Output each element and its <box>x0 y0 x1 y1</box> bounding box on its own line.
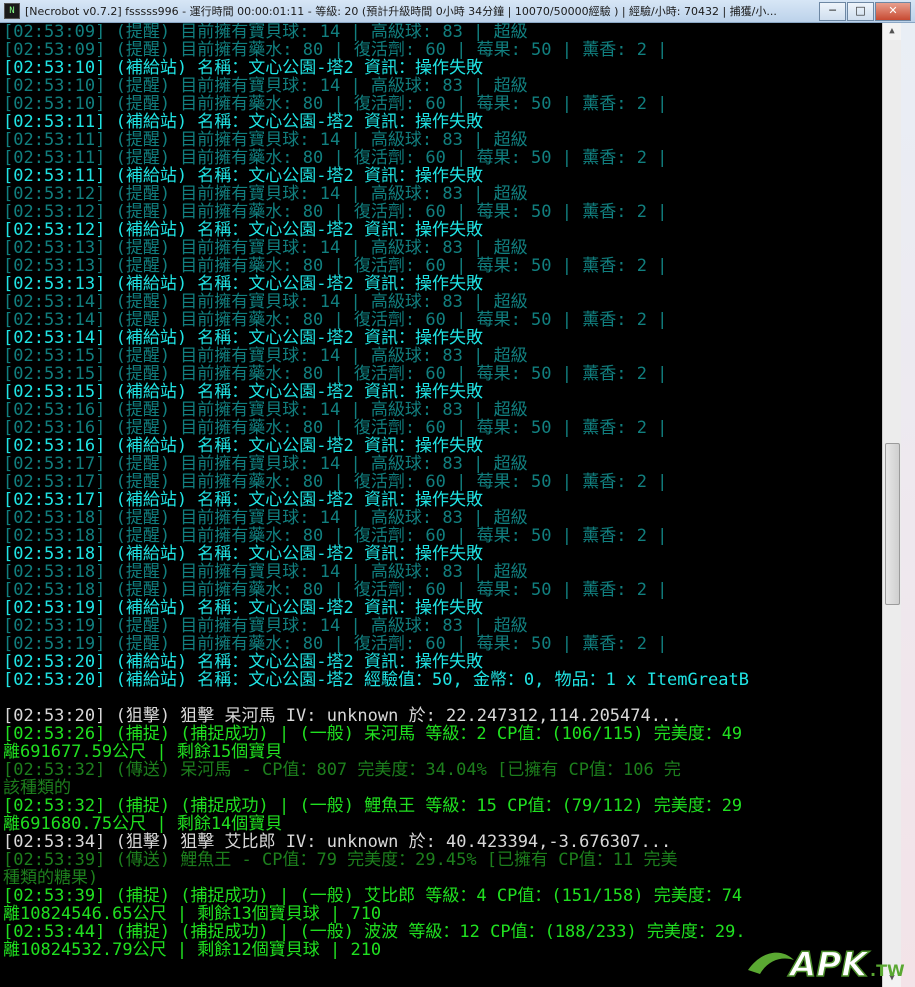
console-line: [02:53:18] (提醒) 目前擁有寶貝球: 14 | 高級球: 83 | … <box>3 508 528 528</box>
title-bar[interactable]: N [Necrobot v0.7.2] fsssss996 - 運行時間 00:… <box>0 0 915 23</box>
console-line: [02:53:34] (狙擊) 狙擊 艾比郎 IV: unknown 於: 40… <box>3 832 672 852</box>
console-window[interactable]: N [Necrobot v0.7.2] fsssss996 - 運行時間 00:… <box>0 0 915 987</box>
console-line: [02:53:11] (提醒) 目前擁有藥水: 80 | 復活劑: 60 | 莓… <box>3 148 668 168</box>
console-line: 離691680.75公尺 | 剩餘14個寶貝 <box>3 814 283 834</box>
console-line: [02:53:16] (提醒) 目前擁有藥水: 80 | 復活劑: 60 | 莓… <box>3 418 668 438</box>
console-line: [02:53:15] (提醒) 目前擁有寶貝球: 14 | 高級球: 83 | … <box>3 346 528 366</box>
console-line: [02:53:13] (補給站) 名稱：文心公園-塔2 資訊：操作失敗 <box>3 274 483 294</box>
console-line: [02:53:14] (提醒) 目前擁有寶貝球: 14 | 高級球: 83 | … <box>3 292 528 312</box>
console-line: 離10824546.65公尺 | 剩餘13個寶貝球 | 710 <box>3 904 382 924</box>
console-line: [02:53:16] (補給站) 名稱：文心公園-塔2 資訊：操作失敗 <box>3 436 483 456</box>
console-line: [02:53:39] (傳送) 鯉魚王 - CP值：79 完美度：29.45% … <box>3 850 678 870</box>
apk-watermark-logo: APK .TW <box>748 944 905 984</box>
console-line: [02:53:19] (提醒) 目前擁有藥水: 80 | 復活劑: 60 | 莓… <box>3 634 668 654</box>
console-line: [02:53:10] (補給站) 名稱：文心公園-塔2 資訊：操作失敗 <box>3 58 483 78</box>
console-line: 離691677.59公尺 | 剩餘15個寶貝 <box>3 742 283 762</box>
console-line: [02:53:11] (補給站) 名稱：文心公園-塔2 資訊：操作失敗 <box>3 166 483 186</box>
app-icon: N <box>4 3 20 19</box>
console-line: [02:53:12] (補給站) 名稱：文心公園-塔2 資訊：操作失敗 <box>3 220 483 240</box>
console-line: [02:53:12] (提醒) 目前擁有寶貝球: 14 | 高級球: 83 | … <box>3 184 528 204</box>
console-line: [02:53:20] (補給站) 名稱：文心公園-塔2 經驗值：50, 金幣：0… <box>3 670 749 690</box>
console-line: [02:53:14] (提醒) 目前擁有藥水: 80 | 復活劑: 60 | 莓… <box>3 310 668 330</box>
console-line: [02:53:13] (提醒) 目前擁有寶貝球: 14 | 高級球: 83 | … <box>3 238 528 258</box>
console-line: [02:53:18] (補給站) 名稱：文心公園-塔2 資訊：操作失敗 <box>3 544 483 564</box>
window-title: [Necrobot v0.7.2] fsssss996 - 運行時間 00:00… <box>25 5 777 18</box>
console-line: [02:53:17] (提醒) 目前擁有藥水: 80 | 復活劑: 60 | 莓… <box>3 472 668 492</box>
console-line: [02:53:19] (提醒) 目前擁有寶貝球: 14 | 高級球: 83 | … <box>3 616 528 636</box>
console-line: [02:53:11] (補給站) 名稱：文心公園-塔2 資訊：操作失敗 <box>3 112 483 132</box>
console-line: [02:53:32] (捕捉) (捕捉成功) | (一般) 鯉魚王 等級：15 … <box>3 796 743 816</box>
console-line: [02:53:26] (捕捉) (捕捉成功) | (一般) 呆河馬 等級：2 C… <box>3 724 743 744</box>
console-line: [02:53:10] (提醒) 目前擁有寶貝球: 14 | 高級球: 83 | … <box>3 76 528 96</box>
console-line: [02:53:13] (提醒) 目前擁有藥水: 80 | 復活劑: 60 | 莓… <box>3 256 668 276</box>
console-output: [02:53:09] (提醒) 目前擁有寶貝球: 14 | 高級球: 83 | … <box>0 23 882 987</box>
console-line: [02:53:18] (提醒) 目前擁有藥水: 80 | 復活劑: 60 | 莓… <box>3 526 668 546</box>
console-line: [02:53:15] (補給站) 名稱：文心公園-塔2 資訊：操作失敗 <box>3 382 483 402</box>
console-line: [02:53:10] (提醒) 目前擁有藥水: 80 | 復活劑: 60 | 莓… <box>3 94 668 114</box>
close-button[interactable]: ✕ <box>875 2 911 21</box>
console-line: 種類的糖果) <box>3 868 99 888</box>
console-line: [02:53:44] (捕捉) (捕捉成功) | (一般) 波波 等級：12 C… <box>3 922 746 942</box>
console-line: [02:53:19] (補給站) 名稱：文心公園-塔2 資訊：操作失敗 <box>3 598 483 618</box>
console-line: [02:53:11] (提醒) 目前擁有寶貝球: 14 | 高級球: 83 | … <box>3 130 528 150</box>
desktop-background-edge <box>901 23 915 987</box>
watermark-suffix: .TW <box>870 961 905 980</box>
scroll-up-arrow-icon[interactable]: ▲ <box>883 23 901 40</box>
console-line: [02:53:18] (提醒) 目前擁有寶貝球: 14 | 高級球: 83 | … <box>3 562 528 582</box>
console-line: [02:53:32] (傳送) 呆河馬 - CP值：807 完美度：34.04%… <box>3 760 681 780</box>
console-line: [02:53:17] (提醒) 目前擁有寶貝球: 14 | 高級球: 83 | … <box>3 454 528 474</box>
leaf-icon <box>748 952 794 974</box>
console-line: [02:53:16] (提醒) 目前擁有寶貝球: 14 | 高級球: 83 | … <box>3 400 528 420</box>
console-line: [02:53:18] (提醒) 目前擁有藥水: 80 | 復活劑: 60 | 莓… <box>3 580 668 600</box>
console-line: [02:53:20] (狙擊) 狙擊 呆河馬 IV: unknown 於: 22… <box>3 706 682 726</box>
console-line: [02:53:09] (提醒) 目前擁有寶貝球: 14 | 高級球: 83 | … <box>3 23 528 42</box>
watermark-text: APK <box>787 945 870 984</box>
window-controls: ─ □ ✕ <box>818 2 911 21</box>
console-line: [02:53:09] (提醒) 目前擁有藥水: 80 | 復活劑: 60 | 莓… <box>3 40 668 60</box>
console-line: [02:53:15] (提醒) 目前擁有藥水: 80 | 復活劑: 60 | 莓… <box>3 364 668 384</box>
maximize-button[interactable]: □ <box>847 2 874 21</box>
console-line: [02:53:20] (補給站) 名稱：文心公園-塔2 資訊：操作失敗 <box>3 652 483 672</box>
console-line: [02:53:12] (提醒) 目前擁有藥水: 80 | 復活劑: 60 | 莓… <box>3 202 668 222</box>
console-line: [02:53:39] (捕捉) (捕捉成功) | (一般) 艾比郎 等級：4 C… <box>3 886 743 906</box>
console-line: 該種類的 <box>3 778 71 798</box>
vertical-scrollbar[interactable]: ▲ ▼ <box>882 23 901 987</box>
minimize-button[interactable]: ─ <box>819 2 846 21</box>
console-line: [02:53:17] (補給站) 名稱：文心公園-塔2 資訊：操作失敗 <box>3 490 483 510</box>
scrollbar-thumb[interactable] <box>885 443 900 605</box>
console-line: [02:53:14] (補給站) 名稱：文心公園-塔2 資訊：操作失敗 <box>3 328 483 348</box>
